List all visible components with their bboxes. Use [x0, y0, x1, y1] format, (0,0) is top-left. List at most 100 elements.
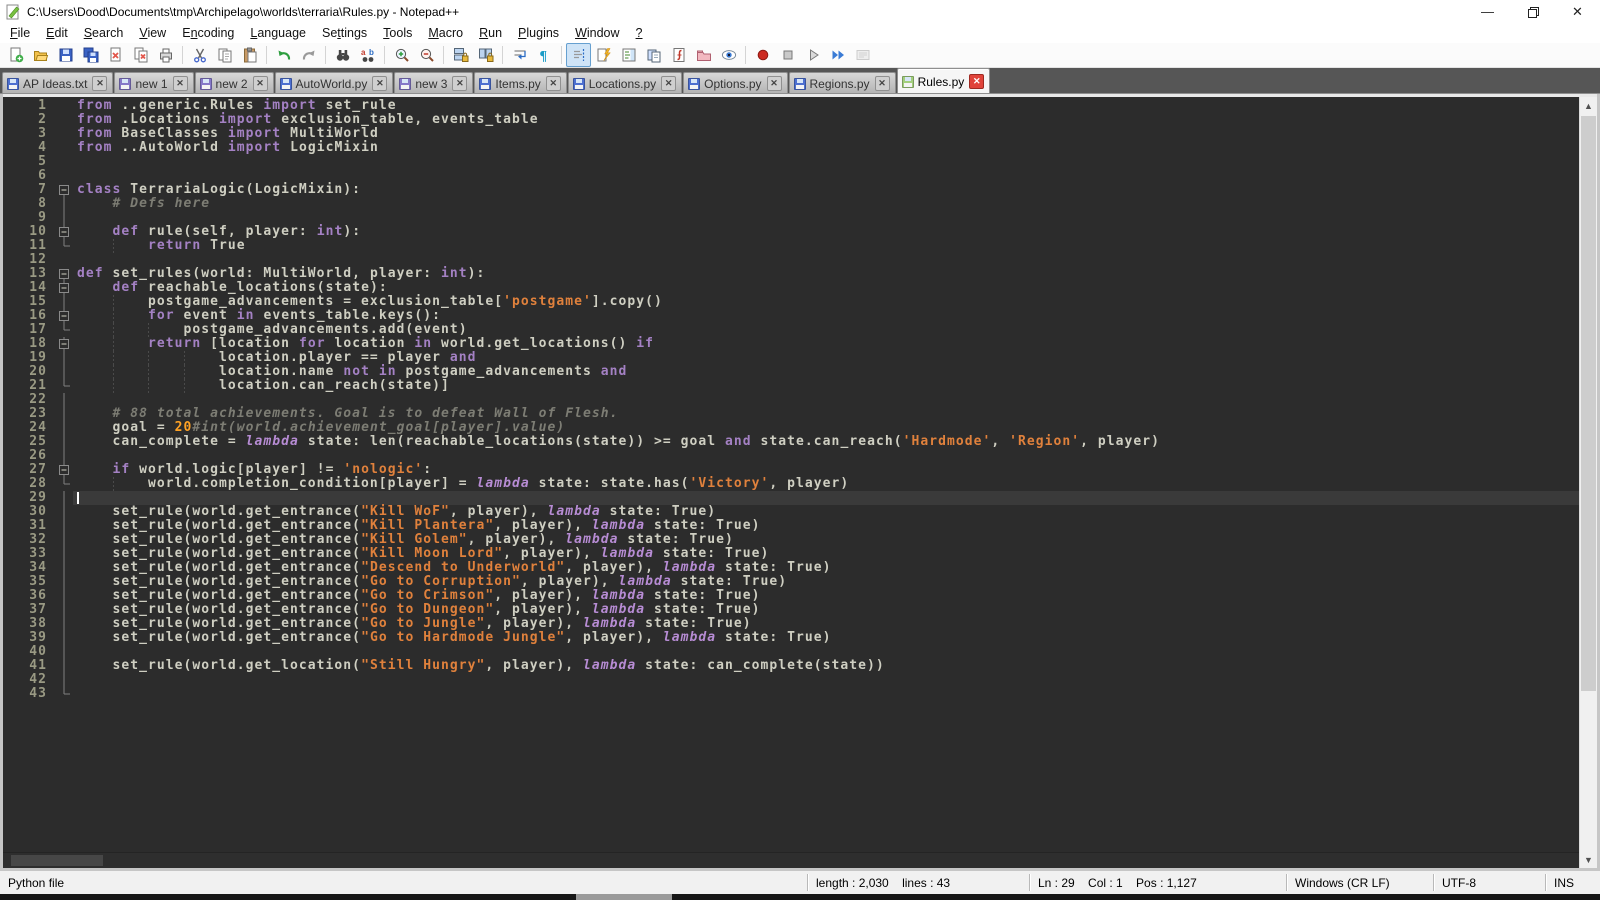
bookmark-margin[interactable]	[3, 337, 13, 351]
status-encoding[interactable]: UTF-8	[1433, 874, 1545, 891]
print-icon[interactable]	[153, 43, 178, 67]
tab-close-icon[interactable]: ✕	[253, 76, 268, 91]
zoom-out-icon[interactable]	[414, 43, 439, 67]
cut-icon[interactable]	[187, 43, 212, 67]
func-panel-icon[interactable]	[666, 43, 691, 67]
macro-stop-icon[interactable]	[775, 43, 800, 67]
fold-collapse-icon[interactable]	[55, 183, 73, 197]
menu-item-window[interactable]: Window	[567, 24, 627, 42]
sync-v-icon[interactable]	[448, 43, 473, 67]
tab-autoworld-py[interactable]: AutoWorld.py✕	[275, 72, 394, 94]
fold-collapse-icon[interactable]	[55, 281, 73, 295]
bookmark-margin[interactable]	[3, 225, 13, 239]
close-all-icon[interactable]	[128, 43, 153, 67]
bookmark-margin[interactable]	[3, 547, 13, 561]
bookmark-margin[interactable]	[3, 239, 13, 253]
tab-new-1[interactable]: new 1✕	[114, 72, 193, 94]
bookmark-margin[interactable]	[3, 463, 13, 477]
tab-new-2[interactable]: new 2✕	[195, 72, 274, 94]
menu-item-edit[interactable]: Edit	[38, 24, 76, 42]
bookmark-margin[interactable]	[3, 211, 13, 225]
bookmark-margin[interactable]	[3, 589, 13, 603]
indent-guide-icon[interactable]	[566, 43, 591, 67]
tab-items-py[interactable]: Items.py✕	[474, 72, 566, 94]
doc-list-icon[interactable]	[641, 43, 666, 67]
menu-item-plugins[interactable]: Plugins	[510, 24, 567, 42]
menu-item-view[interactable]: View	[131, 24, 174, 42]
menu-item-macro[interactable]: Macro	[420, 24, 471, 42]
undo-icon[interactable]	[271, 43, 296, 67]
horizontal-scrollbar[interactable]	[3, 852, 1579, 868]
tab-close-icon[interactable]: ✕	[969, 74, 984, 89]
tab-close-icon[interactable]: ✕	[875, 76, 890, 91]
tab-close-icon[interactable]: ✕	[173, 76, 188, 91]
fold-collapse-icon[interactable]	[55, 309, 73, 323]
bookmark-margin[interactable]	[3, 365, 13, 379]
bookmark-margin[interactable]	[3, 407, 13, 421]
macro-play-icon[interactable]	[800, 43, 825, 67]
bookmark-margin[interactable]	[3, 421, 13, 435]
bookmark-margin[interactable]	[3, 295, 13, 309]
tab-close-icon[interactable]: ✕	[92, 76, 107, 91]
folder-workspace-icon[interactable]	[691, 43, 716, 67]
zoom-in-icon[interactable]	[389, 43, 414, 67]
bookmark-margin[interactable]	[3, 99, 13, 113]
bookmark-margin[interactable]	[3, 197, 13, 211]
tab-new-3[interactable]: new 3✕	[394, 72, 473, 94]
monitoring-icon[interactable]	[716, 43, 741, 67]
bookmark-margin[interactable]	[3, 491, 13, 505]
open-icon[interactable]	[28, 43, 53, 67]
bookmark-margin[interactable]	[3, 323, 13, 337]
tab-close-icon[interactable]: ✕	[546, 76, 561, 91]
bookmark-margin[interactable]	[3, 183, 13, 197]
save-all-icon[interactable]	[78, 43, 103, 67]
replace-icon[interactable]: ab	[355, 43, 380, 67]
bookmark-margin[interactable]	[3, 267, 13, 281]
bookmark-margin[interactable]	[3, 393, 13, 407]
code-editor[interactable]: 1from ..generic.Rules import set_rule2fr…	[3, 97, 1579, 868]
bookmark-margin[interactable]	[3, 617, 13, 631]
menu-item-?[interactable]: ?	[628, 24, 651, 42]
bookmark-margin[interactable]	[3, 575, 13, 589]
close-icon[interactable]	[103, 43, 128, 67]
find-icon[interactable]	[330, 43, 355, 67]
bookmark-margin[interactable]	[3, 155, 13, 169]
menu-item-encoding[interactable]: Encoding	[174, 24, 242, 42]
bookmark-margin[interactable]	[3, 477, 13, 491]
fold-collapse-icon[interactable]	[55, 225, 73, 239]
restore-button[interactable]	[1510, 0, 1555, 23]
bookmark-margin[interactable]	[3, 309, 13, 323]
tab-close-icon[interactable]: ✕	[661, 76, 676, 91]
doc-map-icon[interactable]	[616, 43, 641, 67]
bookmark-margin[interactable]	[3, 519, 13, 533]
fold-collapse-icon[interactable]	[55, 463, 73, 477]
menu-item-language[interactable]: Language	[242, 24, 314, 42]
tab-regions-py[interactable]: Regions.py✕	[789, 72, 896, 94]
tab-close-icon[interactable]: ✕	[372, 76, 387, 91]
bookmark-margin[interactable]	[3, 659, 13, 673]
vertical-scrollbar[interactable]: ▲ ▼	[1579, 97, 1597, 868]
tab-close-icon[interactable]: ✕	[767, 76, 782, 91]
tab-locations-py[interactable]: Locations.py✕	[568, 72, 682, 94]
show-all-chars-icon[interactable]: ¶	[532, 43, 557, 67]
bookmark-margin[interactable]	[3, 169, 13, 183]
menu-item-file[interactable]: File	[2, 24, 38, 42]
bookmark-margin[interactable]	[3, 351, 13, 365]
bookmark-margin[interactable]	[3, 673, 13, 687]
function-list-icon[interactable]	[591, 43, 616, 67]
bookmark-margin[interactable]	[3, 127, 13, 141]
fold-collapse-icon[interactable]	[55, 337, 73, 351]
taskbar-item[interactable]	[576, 894, 672, 900]
bookmark-margin[interactable]	[3, 533, 13, 547]
macro-run-all-icon[interactable]	[825, 43, 850, 67]
word-wrap-icon[interactable]	[507, 43, 532, 67]
copy-icon[interactable]	[212, 43, 237, 67]
minimize-button[interactable]: —	[1465, 0, 1510, 23]
bookmark-margin[interactable]	[3, 281, 13, 295]
menu-item-tools[interactable]: Tools	[375, 24, 420, 42]
tab-close-icon[interactable]: ✕	[452, 76, 467, 91]
tab-ap-ideas-txt[interactable]: AP Ideas.txt✕	[2, 72, 113, 94]
bookmark-margin[interactable]	[3, 645, 13, 659]
close-button[interactable]: ✕	[1555, 0, 1600, 23]
paste-icon[interactable]	[237, 43, 262, 67]
